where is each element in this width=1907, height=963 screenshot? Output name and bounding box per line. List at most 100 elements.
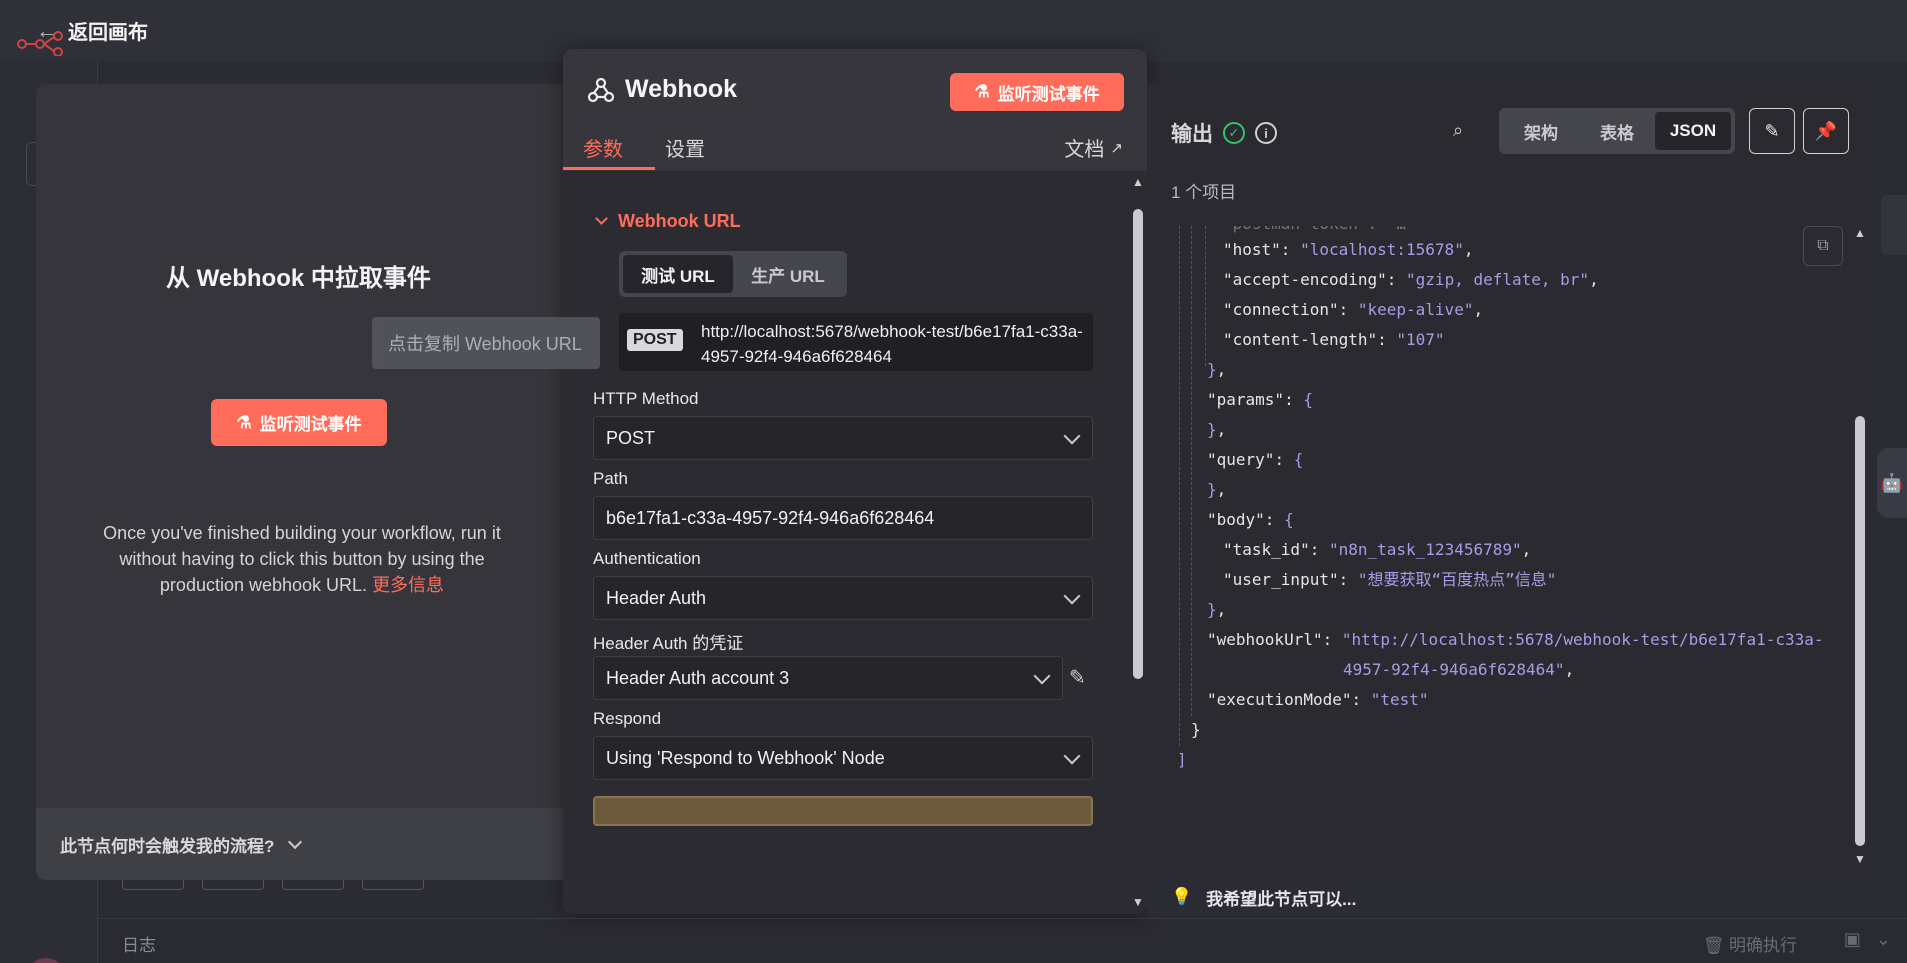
input-panel-title: 从 Webhook 中拉取事件 (166, 265, 431, 292)
json-line: }, (1207, 360, 1227, 379)
log-bar: 日志 🗑 明确执行 ▣ ⌄ (98, 918, 1907, 963)
authentication-value: Header Auth (606, 587, 707, 608)
arrow-left-icon: ← (36, 17, 58, 43)
active-tab-indicator (563, 167, 655, 170)
authentication-select[interactable]: Header Auth (593, 576, 1093, 620)
pin-data-button[interactable]: 📌 (1803, 108, 1849, 154)
json-key: "content-length" (1223, 330, 1378, 349)
input-panel (36, 84, 564, 880)
json-line: "accept-encoding": "gzip, deflate, br", (1223, 270, 1599, 289)
tab-settings[interactable]: 设置 (665, 133, 705, 162)
scroll-down-icon[interactable]: ▼ (1854, 852, 1866, 866)
log-label[interactable]: 日志 (122, 931, 156, 956)
json-value: "gzip, deflate, br" (1406, 270, 1590, 289)
back-to-canvas-link[interactable]: ← 返回画布 (36, 16, 148, 45)
view-schema[interactable]: 架构 (1503, 112, 1579, 150)
respond-notice-box (593, 796, 1093, 826)
scroll-down-icon[interactable]: ▼ (1132, 895, 1144, 909)
webhook-url-section[interactable]: Webhook URL (595, 211, 741, 232)
json-line: "query": { (1207, 450, 1304, 469)
json-line: "params": { (1207, 390, 1313, 409)
http-method-label: HTTP Method (593, 389, 699, 408)
method-badge: POST (627, 329, 683, 351)
json-key: "user_input" (1223, 570, 1339, 589)
listen-test-event-button[interactable]: ⚗ 监听测试事件 (211, 399, 387, 446)
chevron-down-icon (595, 212, 608, 225)
indent-guide (1191, 226, 1192, 716)
scroll-thumb[interactable] (1133, 209, 1143, 679)
json-key: "params" (1207, 390, 1285, 409)
listen-test-event-top-button[interactable]: ⚗ 监听测试事件 (950, 73, 1124, 111)
more-info-link[interactable]: 更多信息 (372, 575, 444, 595)
json-viewer[interactable]: "postman-token": "…" "host": "localhost:… (1171, 226, 1841, 876)
avatar[interactable]: PC (26, 958, 66, 963)
scroll-up-icon[interactable]: ▲ (1132, 175, 1144, 189)
path-value: b6e17fa1-c33a-4957-92f4-946a6f628464 (606, 507, 935, 528)
url-type-toggle: 测试 URL 生产 URL (619, 251, 847, 297)
http-method-select[interactable]: POST (593, 416, 1093, 460)
flask-icon: ⚗ (236, 412, 252, 432)
clear-exec-label: 明确执行 (1729, 936, 1797, 955)
http-method-value: POST (606, 427, 656, 448)
json-line: } (1191, 720, 1201, 739)
production-url-option[interactable]: 生产 URL (733, 255, 843, 293)
chevron-down-icon (1033, 667, 1051, 685)
flask-icon: ⚗ (974, 82, 990, 101)
json-key: "query" (1207, 450, 1275, 469)
output-title: 输出 ✓ i (1171, 118, 1277, 148)
listen-button-label: 监听测试事件 (259, 415, 362, 434)
output-scrollbar[interactable]: ▲ ▼ (1851, 226, 1869, 866)
trigger-question-bar[interactable]: 此节点何时会触发我的流程? (36, 808, 564, 880)
parameters-scrollbar[interactable]: ▲ ▼ (1129, 171, 1147, 914)
output-panel: 输出 ✓ i ⌕ 架构 表格 JSON ✎ 📌 1 个项目 "postman-t… (1147, 84, 1870, 914)
credential-value: Header Auth account 3 (606, 667, 790, 688)
scroll-up-icon[interactable]: ▲ (1854, 226, 1866, 240)
json-key: "host" (1223, 240, 1281, 259)
path-label: Path (593, 469, 628, 488)
json-value: "107" (1396, 330, 1445, 349)
docs-link[interactable]: 文档 ↗ (1064, 133, 1123, 162)
info-icon[interactable]: i (1255, 122, 1277, 144)
credential-select[interactable]: Header Auth account 3 (593, 656, 1063, 700)
bg-right-panel-edge (1881, 195, 1907, 255)
copy-output-button[interactable]: ⧉ (1803, 226, 1843, 266)
json-line: "body": { (1207, 510, 1294, 529)
json-key: "executionMode" (1207, 690, 1352, 709)
credential-label: Header Auth 的凭证 (593, 634, 744, 653)
parameters-panel: Webhook ⚗ 监听测试事件 参数 设置 文档 ↗ Webhook URL … (563, 49, 1147, 914)
view-json[interactable]: JSON (1655, 112, 1731, 150)
json-line: 4957-92f4-946a6f628464", (1343, 660, 1575, 679)
respond-select[interactable]: Using 'Respond to Webhook' Node (593, 736, 1093, 780)
json-key: "body" (1207, 510, 1265, 529)
test-url-option[interactable]: 测试 URL (623, 255, 733, 293)
json-line: "connection": "keep-alive", (1223, 300, 1484, 319)
success-check-icon: ✓ (1223, 122, 1245, 144)
input-panel-description: Once you've finished building your workf… (76, 520, 528, 598)
clear-execution-button[interactable]: 🗑 明确执行 (1703, 931, 1797, 956)
search-icon[interactable]: ⌕ (1453, 120, 1463, 141)
edit-credential-icon[interactable]: ✎ (1069, 665, 1093, 689)
webhook-url-box[interactable]: POST http://localhost:5678/webhook-test/… (619, 313, 1093, 371)
robot-icon[interactable]: 🤖 (1877, 448, 1907, 518)
parameters-header: Webhook ⚗ 监听测试事件 参数 设置 文档 ↗ (563, 49, 1147, 171)
webhook-icon (587, 77, 615, 102)
trigger-question: 此节点何时会触发我的流程? (60, 836, 275, 856)
json-value: 4957-92f4-946a6f628464" (1343, 660, 1565, 679)
node-title-text: Webhook (625, 75, 738, 103)
json-value: "想要获取“百度热点”信息" (1357, 570, 1557, 589)
view-table[interactable]: 表格 (1579, 112, 1655, 150)
listen-top-label: 监听测试事件 (997, 84, 1100, 104)
json-line: "content-length": "107" (1223, 330, 1445, 349)
scroll-thumb[interactable] (1855, 416, 1865, 846)
tab-parameters[interactable]: 参数 (583, 133, 623, 162)
pencil-icon: ✎ (1764, 120, 1780, 141)
feedback-bar[interactable]: 💡 我希望此节点可以... (1147, 880, 1870, 914)
respond-label: Respond (593, 709, 662, 728)
section-title: Webhook URL (618, 211, 741, 231)
edit-output-button[interactable]: ✎ (1749, 108, 1795, 154)
json-line: "postman-token": "…" (1223, 226, 1416, 236)
chevron-down-icon (288, 834, 303, 850)
parameters-body: Webhook URL 测试 URL 生产 URL POST http://lo… (563, 171, 1129, 914)
path-input[interactable]: b6e17fa1-c33a-4957-92f4-946a6f628464 (593, 496, 1093, 540)
panel-icons[interactable]: ▣ ⌄ (1844, 929, 1891, 950)
